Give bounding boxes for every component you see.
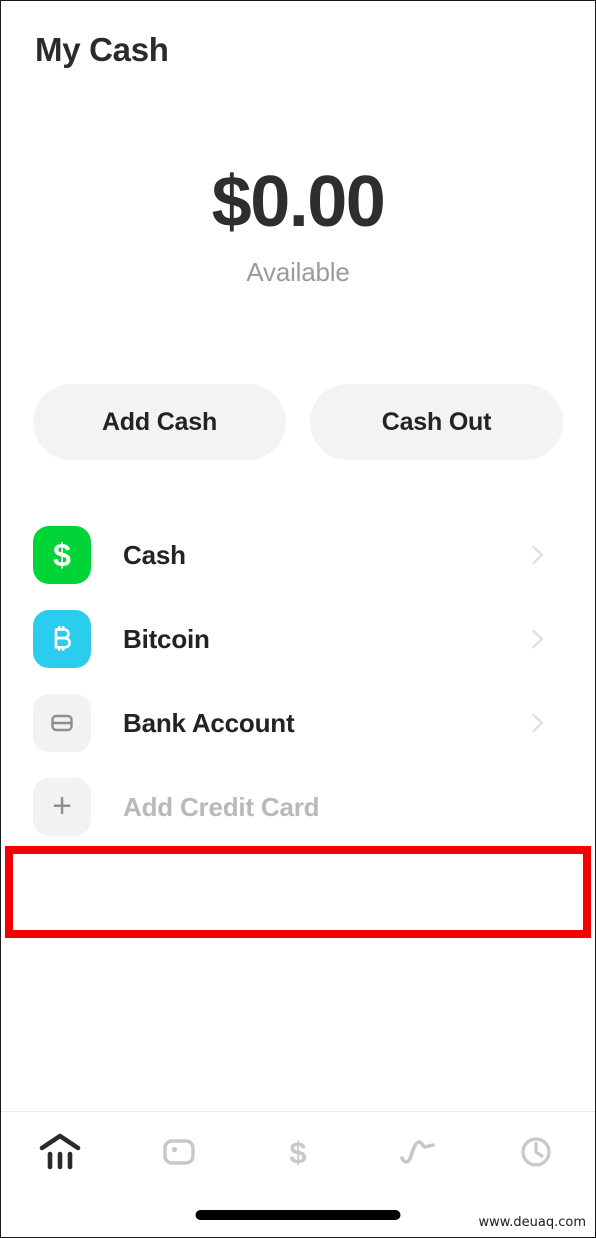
credit-card-icon [33,694,91,752]
plus-icon: + [33,778,91,836]
dollar-sign-glyph: $ [53,537,71,573]
account-row-cash[interactable]: $ Cash [1,513,595,597]
clock-icon [520,1137,551,1167]
balance-block: $0.00 Available [1,166,595,288]
cash-card-icon [163,1139,195,1165]
nav-card[interactable] [120,1112,239,1192]
dollar-sign-icon: $ [289,1135,306,1170]
bank-home-icon [40,1133,81,1170]
plus-glyph: + [52,787,72,825]
svg-text:$: $ [289,1135,306,1170]
chevron-right-icon [532,713,544,733]
watermark: www.deuaq.com [478,1215,586,1230]
balance-amount: $0.00 [211,162,386,242]
action-button-row: Add Cash Cash Out [33,384,563,460]
phone-screen: My Cash $0.00 Available Add Cash Cash Ou… [0,0,596,1238]
home-indicator [195,1210,401,1220]
account-label-bank-account: Bank Account [123,707,295,738]
dollar-sign-icon: $ [33,526,91,584]
account-row-bitcoin[interactable]: Bitcoin [1,597,595,681]
chevron-right-icon [532,545,544,565]
account-label-add-credit-card: Add Credit Card [123,791,320,822]
account-row-add-credit-card[interactable]: + Add Credit Card [1,765,595,849]
bitcoin-glyph [54,625,71,651]
add-cash-button[interactable]: Add Cash [33,384,286,460]
nav-investing[interactable] [357,1112,476,1192]
bottom-nav-bar: $ [1,1112,595,1192]
wave-line-icon [399,1140,435,1164]
cash-out-button[interactable]: Cash Out [310,384,563,460]
chevron-right-icon [532,629,544,649]
annotation-highlight-box [5,846,591,938]
nav-payment[interactable]: $ [239,1112,358,1192]
page-title: My Cash [35,31,169,68]
nav-activity[interactable] [476,1112,595,1192]
account-label-bitcoin: Bitcoin [123,623,210,654]
balance-caption: Available [246,257,350,287]
account-label-cash: Cash [123,539,186,570]
account-row-bank-account[interactable]: Bank Account [1,681,595,765]
nav-banking[interactable] [1,1112,120,1192]
bitcoin-icon [33,610,91,668]
account-list: $ Cash Bitcoin Bank Account + Add Credit… [1,513,595,849]
credit-card-glyph [51,714,73,732]
